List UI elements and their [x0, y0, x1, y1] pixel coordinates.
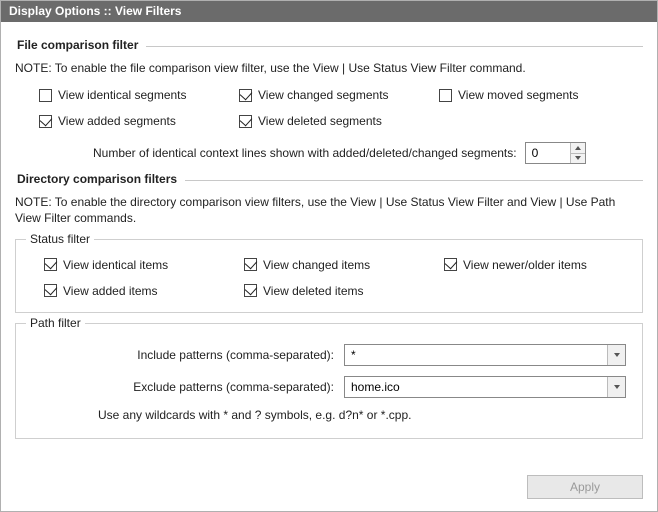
view-newer-older-items-checkbox[interactable]: View newer/older items — [444, 258, 644, 272]
view-deleted-items-checkbox[interactable]: View deleted items — [244, 284, 444, 298]
checkbox-label: View deleted segments — [258, 114, 382, 128]
include-dropdown-button[interactable] — [607, 345, 625, 365]
divider — [185, 180, 643, 181]
exclude-patterns-label: Exclude patterns (comma-separated): — [58, 380, 338, 394]
view-changed-segments-checkbox[interactable]: View changed segments — [239, 88, 439, 102]
checkbox-box — [39, 89, 52, 102]
spin-up-button[interactable] — [571, 143, 585, 153]
path-filter-title: Path filter — [26, 316, 85, 330]
status-filter-title: Status filter — [26, 232, 94, 246]
checkbox-box — [444, 258, 457, 271]
checkbox-box — [39, 115, 52, 128]
exclude-dropdown-button[interactable] — [607, 377, 625, 397]
checkbox-label: View changed segments — [258, 88, 389, 102]
view-changed-items-checkbox[interactable]: View changed items — [244, 258, 444, 272]
chevron-down-icon — [614, 353, 620, 357]
chevron-up-icon — [575, 146, 581, 150]
exclude-patterns-combo[interactable] — [344, 376, 626, 398]
include-patterns-combo[interactable] — [344, 344, 626, 366]
checkbox-box — [44, 258, 57, 271]
apply-button[interactable]: Apply — [527, 475, 643, 499]
dir-filter-legend: Directory comparison filters — [15, 172, 179, 186]
context-lines-input[interactable] — [526, 143, 570, 163]
chevron-down-icon — [575, 156, 581, 160]
path-filter-hint: Use any wildcards with * and ? symbols, … — [98, 408, 630, 422]
include-patterns-input[interactable] — [345, 345, 607, 365]
context-lines-label: Number of identical context lines shown … — [93, 146, 517, 160]
context-lines-stepper[interactable] — [525, 142, 586, 164]
file-filter-note: NOTE: To enable the file comparison view… — [15, 60, 643, 76]
checkbox-box — [239, 115, 252, 128]
checkbox-box — [239, 89, 252, 102]
divider — [146, 46, 643, 47]
spin-down-button[interactable] — [571, 153, 585, 164]
view-identical-segments-checkbox[interactable]: View identical segments — [39, 88, 239, 102]
checkbox-label: View deleted items — [263, 284, 364, 298]
view-identical-items-checkbox[interactable]: View identical items — [44, 258, 244, 272]
checkbox-box — [244, 284, 257, 297]
view-deleted-segments-checkbox[interactable]: View deleted segments — [239, 114, 439, 128]
view-moved-segments-checkbox[interactable]: View moved segments — [439, 88, 639, 102]
view-added-items-checkbox[interactable]: View added items — [44, 284, 244, 298]
path-filter-group: Path filter Include patterns (comma-sepa… — [15, 323, 643, 439]
dialog-title: Display Options :: View Filters — [1, 1, 657, 22]
chevron-down-icon — [614, 385, 620, 389]
status-filter-group: Status filter View identical items View … — [15, 239, 643, 313]
checkbox-label: View changed items — [263, 258, 370, 272]
checkbox-label: View added segments — [58, 114, 176, 128]
directory-comparison-filters-group: Directory comparison filters NOTE: To en… — [15, 172, 643, 438]
dir-filter-note: NOTE: To enable the directory comparison… — [15, 194, 643, 226]
include-patterns-label: Include patterns (comma-separated): — [58, 348, 338, 362]
checkbox-box — [244, 258, 257, 271]
checkbox-label: View identical items — [63, 258, 168, 272]
file-filter-legend: File comparison filter — [15, 38, 140, 52]
checkbox-label: View identical segments — [58, 88, 187, 102]
view-added-segments-checkbox[interactable]: View added segments — [39, 114, 239, 128]
checkbox-box — [44, 284, 57, 297]
exclude-patterns-input[interactable] — [345, 377, 607, 397]
checkbox-label: View added items — [63, 284, 158, 298]
checkbox-label: View moved segments — [458, 88, 579, 102]
checkbox-label: View newer/older items — [463, 258, 587, 272]
checkbox-box — [439, 89, 452, 102]
file-comparison-filter-group: File comparison filter NOTE: To enable t… — [15, 38, 643, 164]
